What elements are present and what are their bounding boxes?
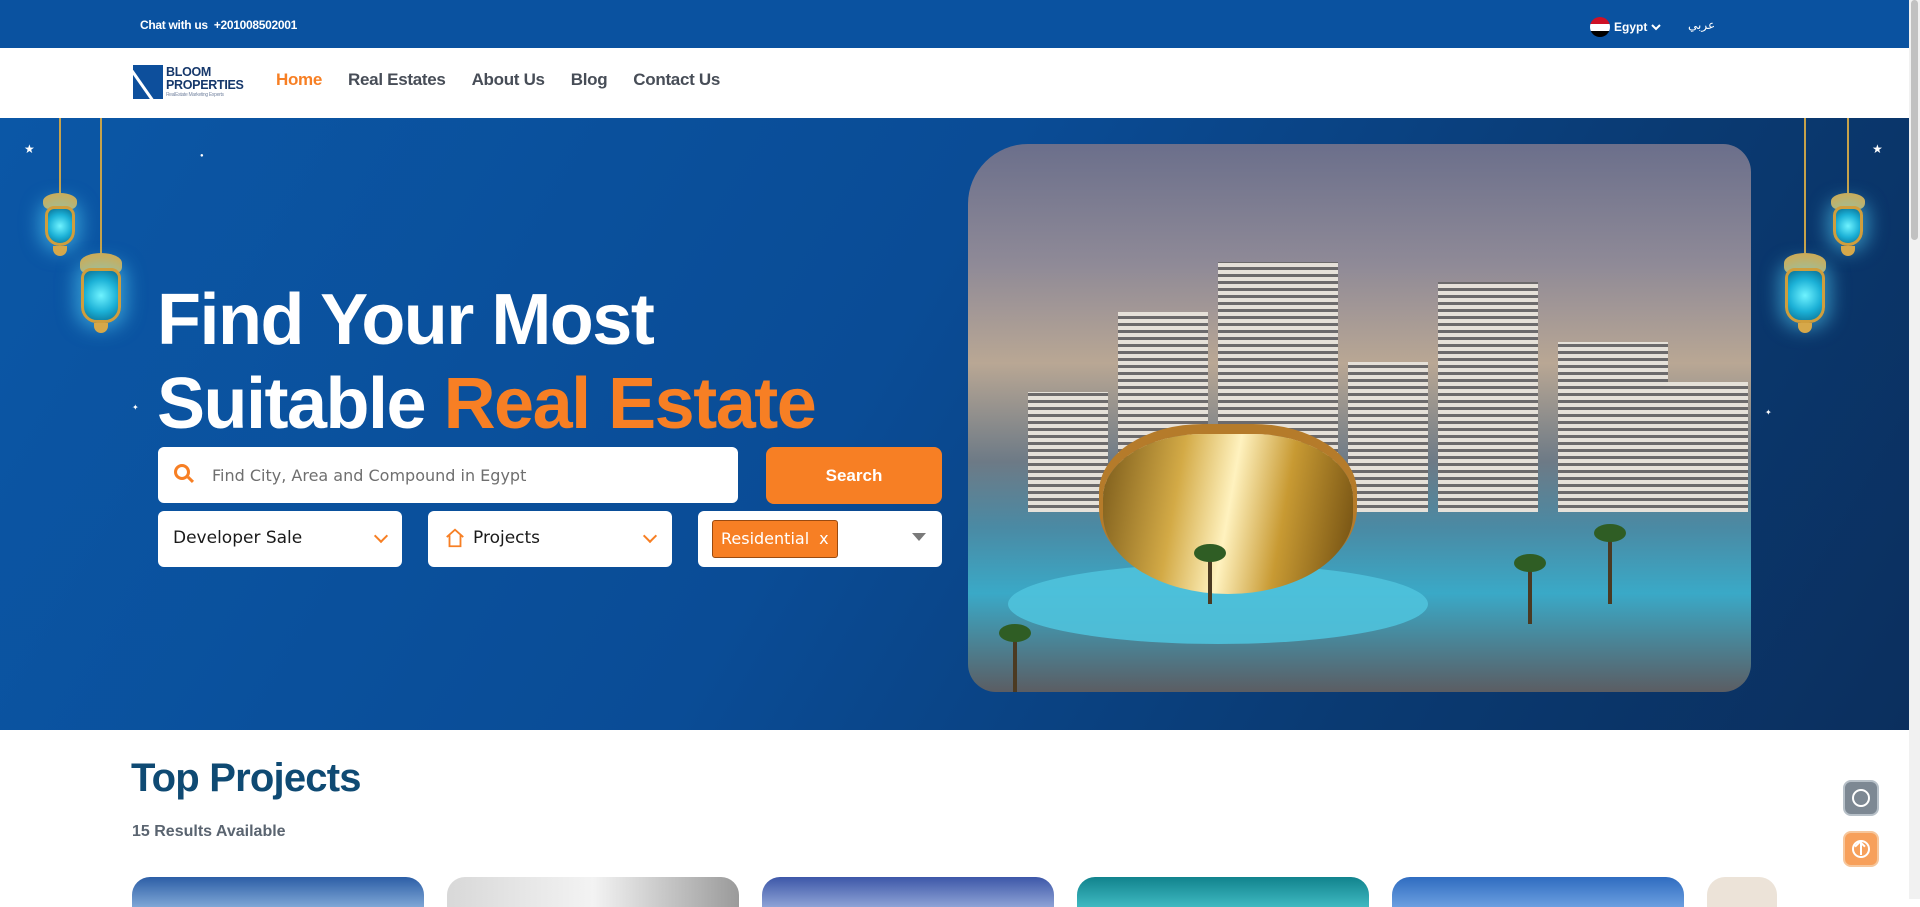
scrollbar-thumb[interactable] [1911,0,1918,240]
section-title: Top Projects [131,756,362,800]
hero-image [968,144,1751,692]
chat-label: Chat with us [140,18,208,32]
headline-suitable: Suitable [157,364,444,444]
refresh-icon [1852,789,1870,807]
chevron-down-icon [1651,24,1662,31]
project-card[interactable] [447,877,739,907]
lantern-decoration [1823,118,1873,318]
logo-mark [133,65,163,99]
phone-number[interactable]: +201008502001 [214,18,298,32]
headline-line1: Find Your Most [157,280,655,360]
scroll-top-button[interactable] [1843,831,1879,867]
star-decoration: ✦ [1765,408,1772,417]
results-count: 15 Results Available [132,823,286,840]
category-multiselect[interactable]: Residential x [698,511,942,567]
nav-item-real-estates[interactable]: Real Estates [348,70,446,90]
nav-item-blog[interactable]: Blog [571,70,608,90]
sale-type-select[interactable]: Developer Sale [158,511,402,567]
category-tag: Residential x [712,520,838,558]
project-card[interactable] [132,877,424,907]
property-type-select[interactable]: Projects [428,511,672,567]
star-decoration: ★ [24,142,35,156]
logo-line2: PROPERTIES [166,78,244,92]
search-input[interactable] [212,463,712,487]
refresh-button[interactable] [1843,780,1879,816]
nav-item-home[interactable]: Home [276,70,322,90]
chevron-down-icon [642,528,658,544]
headline-accent: Real Estate [443,364,817,444]
search-button[interactable]: Search [766,447,942,504]
country-selector[interactable]: Egypt [1590,17,1662,37]
project-card[interactable] [1077,877,1369,907]
logo-line1: BLOOM [166,65,212,79]
top-bar: Chat with us +201008502001 Egypt عربي [0,0,1909,48]
home-icon [446,528,464,548]
logo-text: BLOOM PROPERTIES RealEstate Marketing Ex… [166,65,244,99]
search-icon [174,464,190,480]
nav-item-about-us[interactable]: About Us [472,70,545,90]
language-switch[interactable]: عربي [1688,18,1715,32]
hero-section: ★ ● ★ ✦ ✦ Find Your Most Suitable Real E… [0,118,1909,730]
search-box [158,447,738,503]
nav-menu: Home Real Estates About Us Blog Contact … [276,70,720,90]
chat-contact[interactable]: Chat with us +201008502001 [140,18,297,32]
property-type-value: Projects [473,528,541,548]
project-card[interactable] [1392,877,1684,907]
star-decoration: ✦ [132,403,139,412]
category-tag-label: Residential [721,529,810,548]
project-card[interactable] [1707,877,1777,907]
headline-line2: Suitable Real Estate [157,362,817,446]
hero-headline: Find Your Most Suitable Real Estate [157,278,817,446]
logo-tagline: RealEstate Marketing Experts [166,92,224,98]
main-navbar: BLOOM PROPERTIES RealEstate Marketing Ex… [0,48,1909,118]
chevron-down-icon [373,528,389,544]
lantern-decoration [76,118,126,438]
sale-type-value: Developer Sale [173,528,303,548]
dropdown-caret-icon[interactable] [912,533,926,541]
logo[interactable]: BLOOM PROPERTIES RealEstate Marketing Ex… [133,64,251,100]
project-card[interactable] [762,877,1054,907]
page-scrollbar[interactable] [1909,0,1920,899]
lantern-decoration [1780,118,1830,438]
country-label: Egypt [1614,20,1648,34]
category-tag-remove[interactable]: x [819,529,828,549]
star-decoration: ● [200,153,204,159]
egypt-flag-icon [1590,17,1610,37]
nav-item-contact-us[interactable]: Contact Us [633,70,720,90]
star-decoration: ★ [1872,142,1883,156]
